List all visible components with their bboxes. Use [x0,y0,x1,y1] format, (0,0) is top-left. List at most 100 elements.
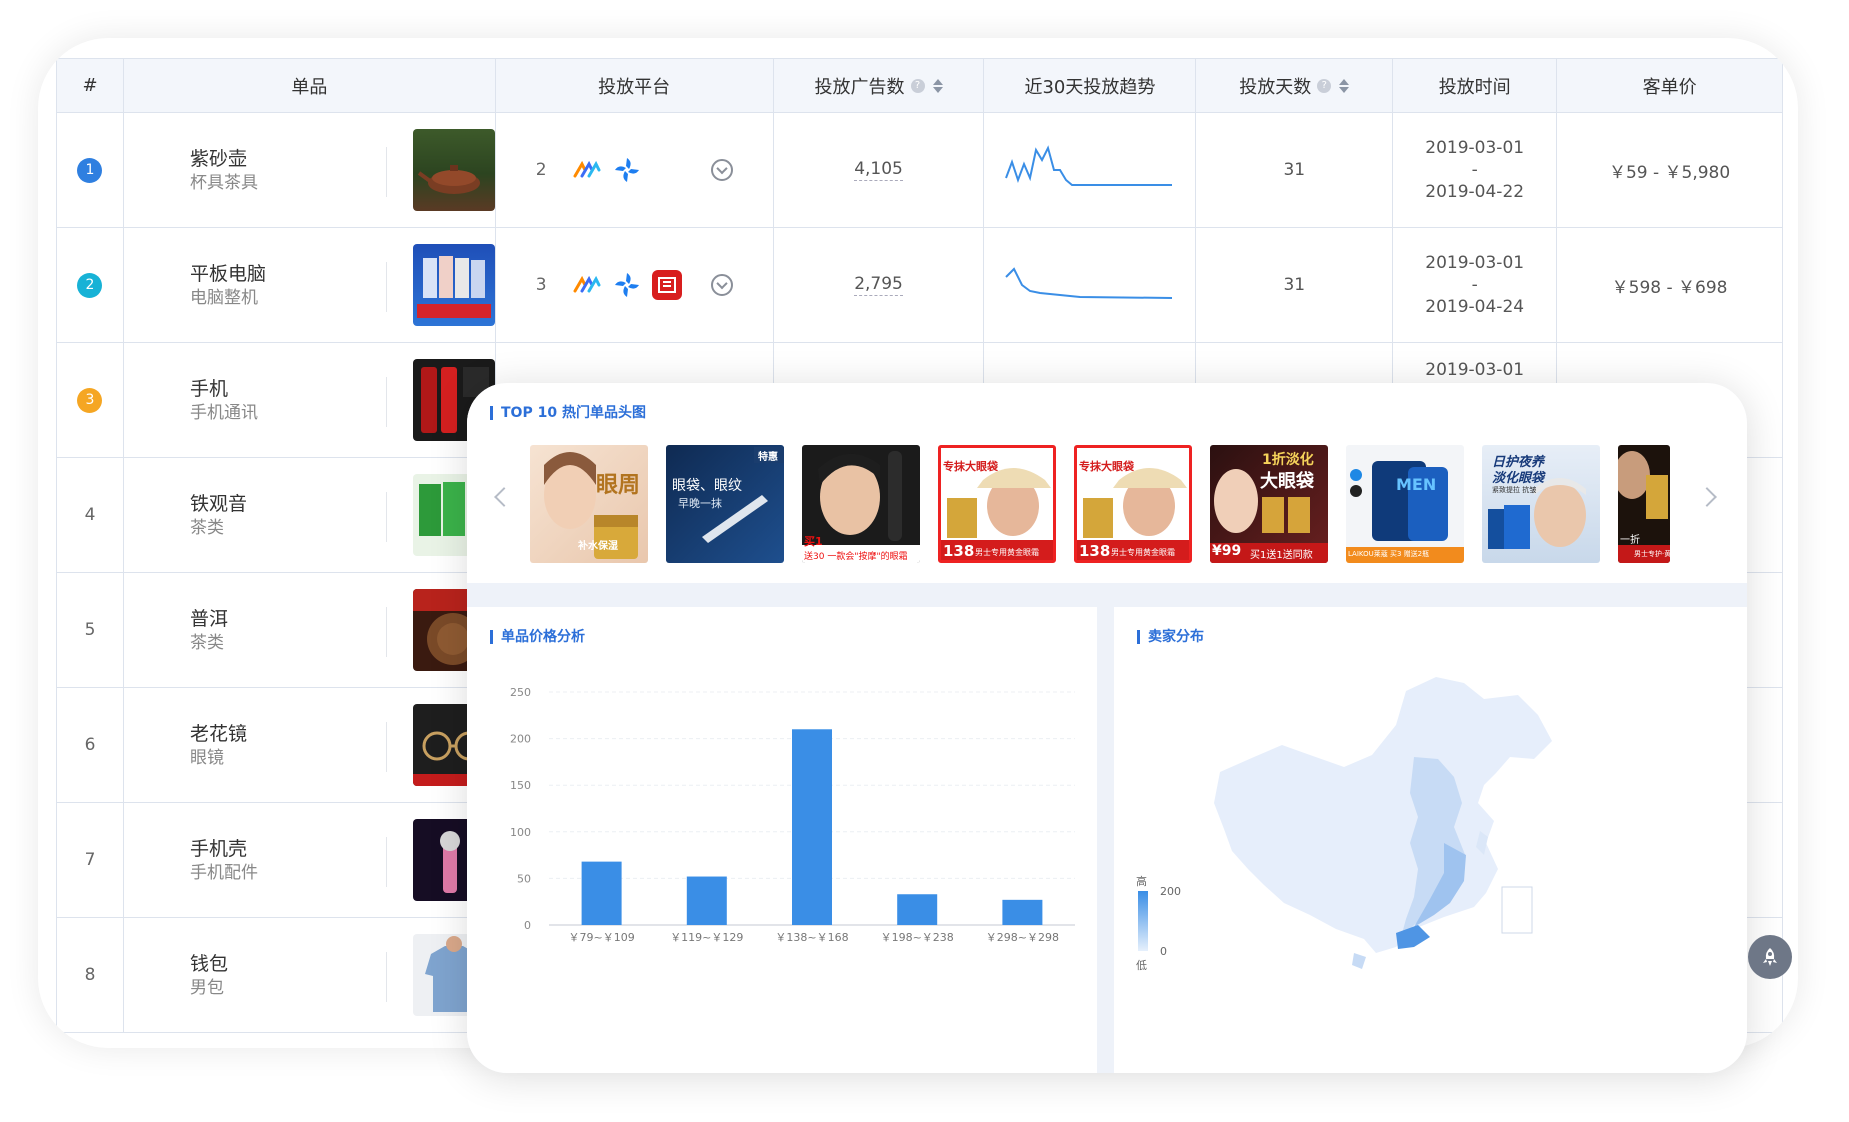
divider [385,262,387,312]
ad-thumbnail[interactable]: 1折淡化 大眼袋 ¥99 买1送1送同款 [1210,445,1328,563]
days-value: 31 [1283,160,1306,180]
chevron-down-circle-icon[interactable] [710,274,733,296]
product-category: 茶类 [189,633,224,653]
price-range: ￥59 - ￥5,980 [1608,162,1731,183]
col-period-header: 投放时间 [1393,59,1558,113]
ad-subtext: 男士专护·黄金 [1634,550,1670,558]
date-separator: - [1471,160,1478,180]
ad-thumbnail[interactable]: 眼袋、眼纹 早晚一抹 特惠 [666,445,784,563]
help-icon[interactable]: ? [1317,78,1332,93]
rank-number: 7 [84,850,96,870]
y-tick-label: 200 [510,733,531,746]
y-tick-label: 150 [510,779,531,792]
platform-cell: 3 [496,270,773,300]
platform-a-icon[interactable] [572,155,602,185]
rank-number: 4 [84,505,96,525]
product-name[interactable]: 老花镜 [190,722,247,746]
product-name[interactable]: 手机 [190,377,258,401]
ad-price: ¥99 [1212,543,1242,559]
rank-number: 5 [84,620,96,640]
ad-text: 专抹大眼袋 [1079,460,1134,473]
sort-icon[interactable] [932,78,943,93]
table-row[interactable]: 2 平板电脑 电脑整机 3 2,795 31 2019-03-01 - 2019… [57,228,1784,343]
product-category: 眼镜 [189,748,224,768]
product-cell: 平板电脑 电脑整机 [124,228,495,342]
product-name[interactable]: 普洱 [190,607,228,631]
date-separator: - [1471,275,1478,295]
netease-icon[interactable] [651,270,682,300]
china-map[interactable] [1114,607,1747,1073]
rank-badge: 2 [77,272,103,298]
ad-carousel: 眼周 补水保湿 眼袋、眼纹 早晚一抹 特惠 买1 送30 一款会"按摩"的眼霜 … [530,445,1670,563]
divider [385,147,387,197]
ad-thumbnail[interactable]: 眼周 补水保湿 [530,445,648,563]
bar[interactable] [792,729,832,925]
ad-text: 1折淡化 [1262,452,1314,468]
ad-thumbnail[interactable]: 专抹大眼袋 138 男士专用黄金眼霜 [1074,445,1192,563]
table-row[interactable]: 1 紫砂壶 杯具茶具 2 4,105 31 2019-03-01 - 2019-… [57,113,1784,228]
adcount-header-label: 投放广告数 [814,76,905,98]
chevron-right-icon[interactable] [1697,487,1717,507]
price-analysis-section: 单品价格分析 0 50 100 150 200 250 ￥79~￥109 ￥119~￥129 ￥… [467,607,1097,1073]
ad-subtext: 紧致提拉 抗皱 [1492,486,1537,494]
platform-b-icon[interactable] [612,270,642,300]
product-thumbnail[interactable] [412,129,495,211]
ad-text: 买1 [804,535,823,548]
top10-section: TOP 10 热门单品头图 眼周 补水保湿 眼袋、眼纹 早晚一抹 特惠 买1 送… [467,383,1747,583]
product-name[interactable]: 铁观音 [190,492,247,516]
ad-text: 专抹大眼袋 [943,460,998,473]
col-adcount-header[interactable]: 投放广告数 ? [773,59,985,113]
product-name[interactable]: 平板电脑 [190,262,266,286]
help-icon[interactable]: ? [910,78,925,93]
rocket-icon[interactable] [1748,935,1792,979]
table-header: # 单品 投放平台 投放广告数 ? 近30天投放趋势 投放天数 ? 投放时间 客… [57,59,1784,113]
ad-text: MEN [1396,475,1437,494]
ad-thumbnail[interactable]: 一折 男士专护·黄金 [1618,445,1670,563]
ad-badge: 特惠 [758,452,778,463]
sort-icon[interactable] [1339,78,1350,93]
ad-thumbnail[interactable]: 日护夜养 淡化眼袋 紧致提拉 抗皱 [1482,445,1600,563]
ad-text: 淡化眼袋 [1492,471,1545,486]
ad-count[interactable]: 4,105 [854,159,903,181]
bar[interactable] [1002,899,1043,925]
ad-price: 138 [943,542,975,560]
platform-a-icon[interactable] [572,270,602,300]
ad-thumbnail[interactable]: 买1 送30 一款会"按摩"的眼霜 [802,445,920,563]
ad-thumbnail[interactable]: MEN LAIKOU莱蔻 买3 赠送2瓶 [1346,445,1464,563]
product-cell: 钱包 男包 [124,918,495,1032]
ad-subtext: 送30 一款会"按摩"的眼霜 [804,552,908,562]
platform-cell: 2 [496,155,773,185]
date-from: 2019-03-01 [1425,360,1525,380]
product-name[interactable]: 手机壳 [190,837,258,861]
product-thumbnail[interactable] [412,244,495,326]
product-name[interactable]: 紫砂壶 [190,147,258,171]
bar[interactable] [686,876,727,925]
y-tick-label: 100 [510,826,531,839]
x-tick-label: ￥119~￥129 [670,931,743,944]
ad-subtext: LAIKOU莱蔻 买3 赠送2瓶 [1348,550,1430,558]
legend-min: 0 [1160,945,1167,958]
platform-count: 2 [535,160,547,180]
seller-distribution-section: 卖家分布 高 低 200 0 [1114,607,1747,1073]
ad-thumbnail[interactable]: 专抹大眼袋 138 男士专用黄金眼霜 [938,445,1056,563]
col-price-header: 客单价 [1557,59,1784,113]
date-from: 2019-03-01 [1425,253,1525,273]
product-name[interactable]: 钱包 [190,952,228,976]
col-days-header[interactable]: 投放天数 ? [1196,59,1394,113]
chevron-down-circle-icon[interactable] [710,159,733,181]
date-range: 2019-03-01-2019-04-22 [1425,137,1524,203]
chevron-left-icon[interactable] [494,487,514,507]
divider [385,492,387,542]
bar[interactable] [581,861,622,925]
legend-low: 低 [1136,959,1147,972]
ad-subtext: 男士专用黄金眼霜 [975,548,1039,557]
days-value: 31 [1283,275,1306,295]
ad-subtext: 补水保湿 [578,541,618,552]
ad-count[interactable]: 2,795 [854,274,903,296]
price-bar-chart: 0 50 100 150 200 250 ￥79~￥109 ￥119~￥129 ￥138~￥16… [510,686,1075,944]
platform-b-icon[interactable] [612,155,642,185]
rank-number: 8 [84,965,96,985]
bar[interactable] [897,894,938,925]
product-cell: 紫砂壶 杯具茶具 [124,113,495,227]
divider [385,377,387,427]
